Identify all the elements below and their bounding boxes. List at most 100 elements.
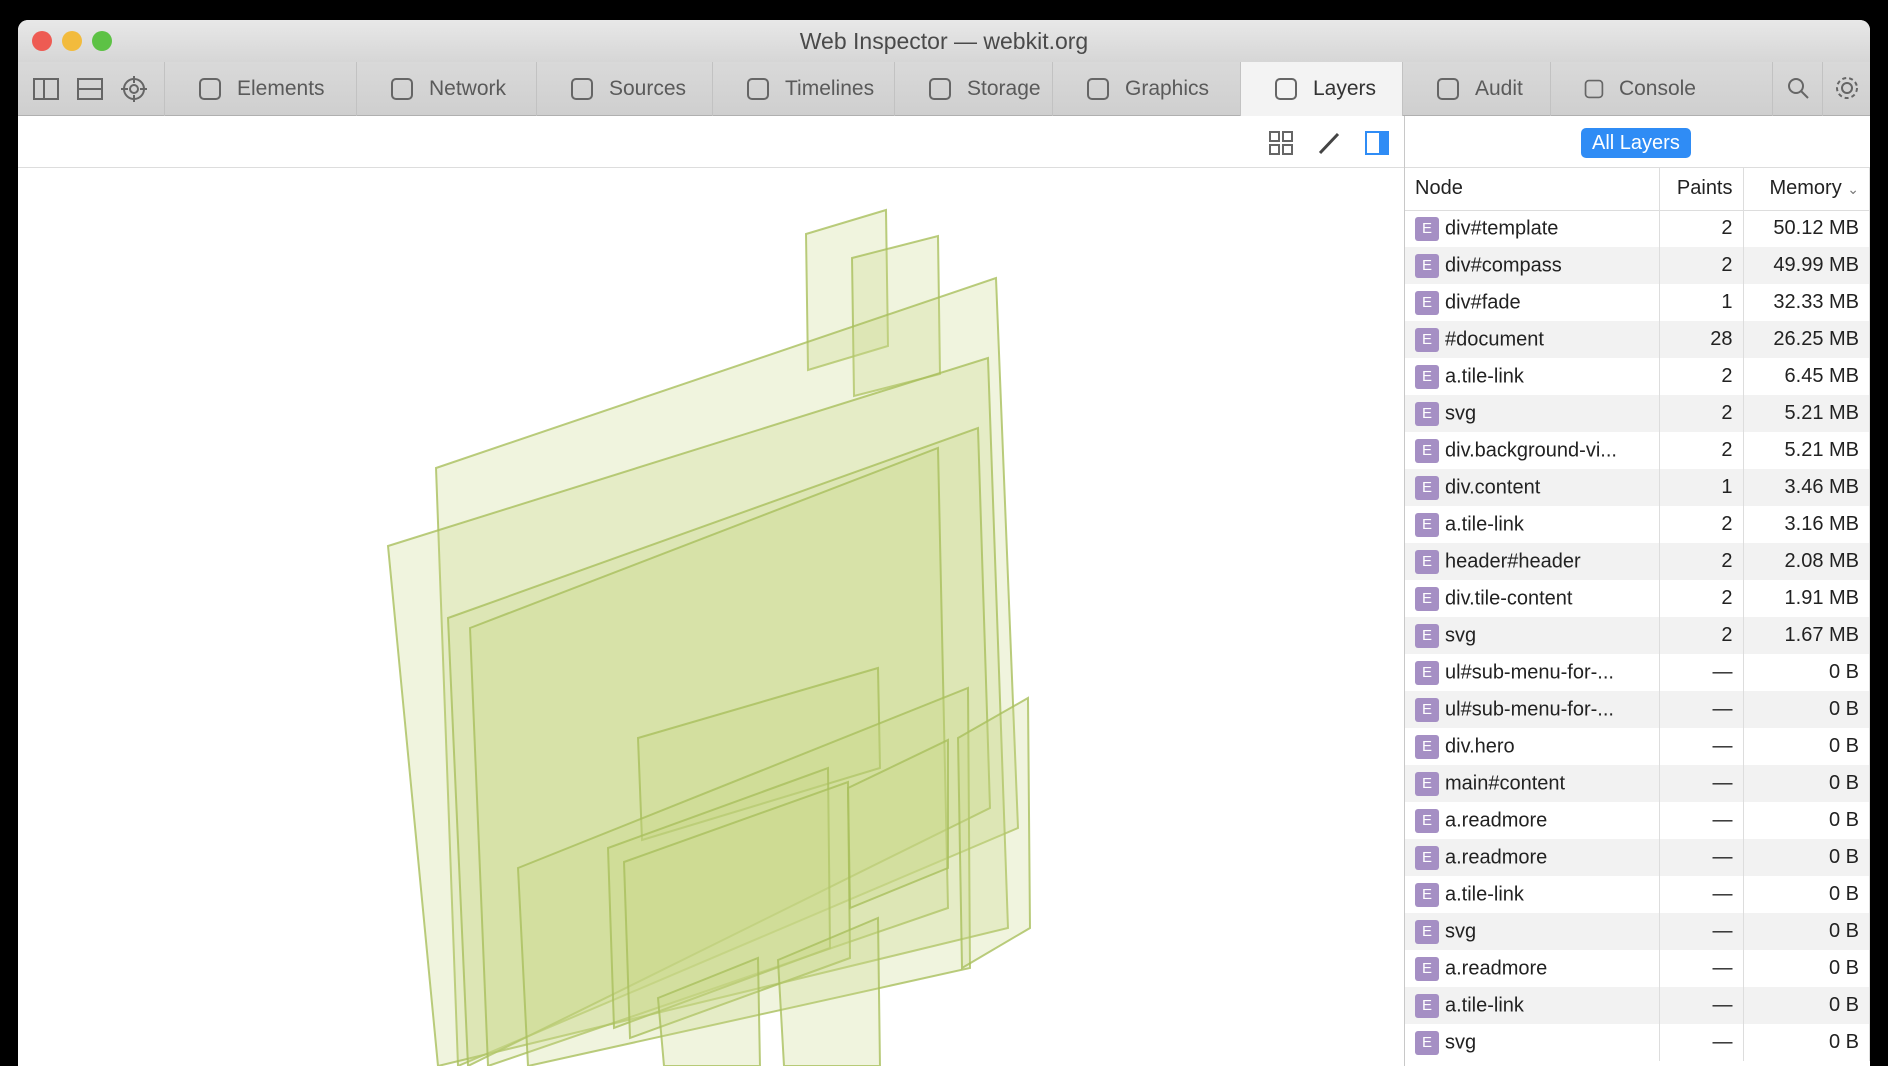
console-icon xyxy=(1584,79,1604,99)
element-node-icon: E xyxy=(1415,364,1439,389)
table-row[interactable]: Eul#sub-menu-for-... —0 B xyxy=(1405,691,1870,728)
tab-label: Sources xyxy=(609,77,687,100)
element-node-icon: E xyxy=(1415,512,1439,537)
tab-label: Graphics xyxy=(1125,77,1210,100)
paints-cell: — xyxy=(1659,987,1744,1024)
table-row[interactable]: Ediv#template 2 50.12 MB xyxy=(1405,210,1870,247)
dock-bottom-icon[interactable] xyxy=(76,75,104,103)
sources-icon xyxy=(571,78,593,100)
title-bar: Web Inspector — webkit.org xyxy=(18,20,1870,62)
table-row[interactable]: Esvg —0 B xyxy=(1405,1024,1870,1061)
toggle-sidebar-icon[interactable] xyxy=(1364,130,1390,156)
network-icon xyxy=(391,78,413,100)
node-name: a.readmore xyxy=(1445,957,1548,979)
node-name: div#template xyxy=(1445,217,1559,240)
table-row[interactable]: Ediv.background-vi... 2 5.21 MB xyxy=(1405,432,1870,469)
node-cell: Ea.tile-link xyxy=(1405,876,1660,913)
table-row[interactable]: Ediv#fade 1 32.33 MB xyxy=(1405,284,1870,321)
node-cell: Eheader#header xyxy=(1405,543,1660,580)
layer-stack-visualization[interactable] xyxy=(18,168,1404,1066)
table-row[interactable]: Ediv#compass 2 49.99 MB xyxy=(1405,247,1870,284)
tab-network[interactable]: Network xyxy=(356,62,536,116)
tab-timelines[interactable]: Timelines xyxy=(712,62,894,116)
layer-plane xyxy=(956,696,1032,970)
tab-console[interactable]: Console xyxy=(1550,62,1696,116)
tab-label: Storage xyxy=(967,77,1041,100)
memory-cell: 1.67 MB xyxy=(1743,617,1870,654)
audit-icon xyxy=(1437,78,1459,100)
node-cell: Esvg xyxy=(1405,913,1660,950)
paints-cell: — xyxy=(1659,728,1744,765)
column-header-paints[interactable]: Paints xyxy=(1659,168,1744,211)
table-row[interactable]: Ea.tile-link 2 3.16 MB xyxy=(1405,506,1870,543)
table-row[interactable]: Esvg 2 1.67 MB xyxy=(1405,617,1870,654)
table-row[interactable]: Ea.readmore —0 B xyxy=(1405,839,1870,876)
element-node-icon: E xyxy=(1415,919,1439,944)
node-cell: Ediv#template xyxy=(1405,210,1660,247)
memory-cell: 0 B xyxy=(1743,839,1870,876)
layers-sidebar: All Layers Node Paints Memory ⌄ Ediv#tem… xyxy=(1404,116,1870,1066)
node-name: header#header xyxy=(1445,550,1581,572)
table-row[interactable]: Esvg 2 5.21 MB xyxy=(1405,395,1870,432)
close-window-button[interactable] xyxy=(32,31,52,51)
paints-cell: — xyxy=(1659,839,1744,876)
table-row[interactable]: Ediv.content 1 3.46 MB xyxy=(1405,469,1870,506)
table-row[interactable]: Ediv.hero —0 B xyxy=(1405,728,1870,765)
table-row[interactable]: Ea.tile-link 2 6.45 MB xyxy=(1405,358,1870,395)
element-node-icon: E xyxy=(1415,734,1439,759)
settings-button[interactable] xyxy=(1822,62,1870,116)
table-row[interactable]: Emain#content —0 B xyxy=(1405,765,1870,802)
all-layers-button[interactable]: All Layers xyxy=(1581,128,1691,158)
dock-side-icon[interactable] xyxy=(32,75,60,103)
node-name: a.tile-link xyxy=(1445,513,1524,535)
element-node-icon: E xyxy=(1415,956,1439,981)
node-name: svg xyxy=(1445,1031,1477,1053)
tab-sources[interactable]: Sources xyxy=(536,62,712,116)
gear-icon xyxy=(1836,77,1858,99)
paints-cell: — xyxy=(1659,654,1744,691)
element-node-icon: E xyxy=(1415,401,1439,426)
scope-bar: All Layers xyxy=(1405,116,1870,168)
column-header-node[interactable]: Node xyxy=(1405,168,1660,211)
tab-graphics[interactable]: Graphics xyxy=(1052,62,1240,116)
table-row[interactable]: E #document 28 26.25 MB xyxy=(1405,321,1870,358)
element-node-icon: E xyxy=(1415,845,1439,870)
table-row[interactable]: Ea.tile-link —0 B xyxy=(1405,876,1870,913)
paint-flashing-icon[interactable] xyxy=(1316,130,1342,156)
node-cell: Ediv#fade xyxy=(1405,284,1660,321)
table-row[interactable]: Eul#sub-menu-for-... —0 B xyxy=(1405,654,1870,691)
table-row[interactable]: Ediv.tile-content 2 1.91 MB xyxy=(1405,580,1870,617)
search-button[interactable] xyxy=(1772,62,1822,116)
tab-storage[interactable]: Storage xyxy=(894,62,1052,116)
table-row[interactable]: Esvg —0 B xyxy=(1405,913,1870,950)
inspect-element-icon[interactable] xyxy=(120,75,148,103)
tab-audit[interactable]: Audit xyxy=(1402,62,1550,116)
elements-icon xyxy=(199,78,221,100)
element-node-icon: E xyxy=(1415,882,1439,907)
element-node-icon: E xyxy=(1415,216,1439,241)
table-row[interactable]: Ea.readmore —0 B xyxy=(1405,950,1870,987)
node-cell: Eul#sub-menu-for-... xyxy=(1405,654,1660,691)
toolbar: Elements Network Sources Timelines Storage Gr… xyxy=(18,62,1870,116)
node-cell: Ea.tile-link xyxy=(1405,358,1660,395)
table-row[interactable]: Ea.tile-link —0 B xyxy=(1405,987,1870,1024)
paints-cell: 2 xyxy=(1659,247,1744,284)
tab-layers[interactable]: Layers xyxy=(1240,62,1402,116)
layers-3d-viewer[interactable] xyxy=(18,116,1404,1066)
column-header-memory[interactable]: Memory ⌄ xyxy=(1743,168,1870,211)
table-row[interactable]: Eheader#header 2 2.08 MB xyxy=(1405,543,1870,580)
paints-cell: 2 xyxy=(1659,617,1744,654)
node-name: a.readmore xyxy=(1445,809,1548,831)
node-name: ul#sub-menu-for-... xyxy=(1445,661,1614,683)
tab-label: Timelines xyxy=(785,77,875,100)
zoom-window-button[interactable] xyxy=(92,31,112,51)
tab-label: Audit xyxy=(1475,77,1523,100)
show-grid-icon[interactable] xyxy=(1268,130,1294,156)
minimize-window-button[interactable] xyxy=(62,31,82,51)
tab-elements[interactable]: Elements xyxy=(164,62,356,116)
paints-cell: — xyxy=(1659,691,1744,728)
table-row[interactable]: Ea.readmore —0 B xyxy=(1405,802,1870,839)
element-node-icon: E xyxy=(1415,771,1439,796)
storage-icon xyxy=(929,78,951,100)
node-cell: Ea.tile-link xyxy=(1405,506,1660,543)
